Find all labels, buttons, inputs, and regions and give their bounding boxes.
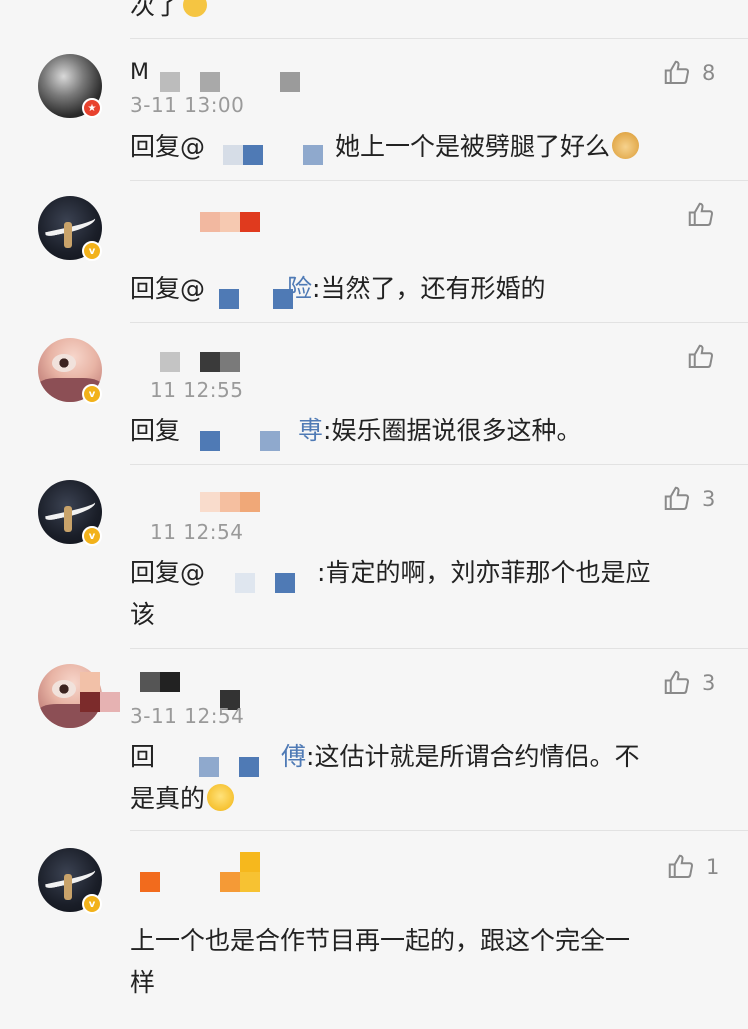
comment-time: 3-11 13:00: [130, 93, 245, 117]
mention-mosaic[interactable]: [205, 559, 317, 593]
comment-text: 上一个也是合作节目再一起的，跟这个完全一样: [130, 920, 710, 1004]
reply-text: 她上一个是被劈腿了好么: [335, 132, 611, 161]
divider: [130, 830, 748, 831]
verified-badge-icon: v: [82, 526, 102, 546]
like-button[interactable]: [686, 342, 716, 372]
comment-text: 回复@ 她上一个是被劈腿了好么: [130, 126, 710, 168]
comment-time: 11 12:55: [150, 378, 244, 402]
like-button[interactable]: 3: [662, 484, 715, 514]
reply-prefix: 回复@: [130, 558, 206, 587]
comment-time: 3-11 12:54: [130, 704, 245, 728]
grin-emoji-icon: [207, 784, 235, 811]
laugh-cry-emoji-icon: [183, 0, 208, 17]
like-count: 3: [702, 487, 716, 511]
reply-prefix: 回: [130, 742, 156, 771]
divider: [130, 38, 748, 39]
reply-text-line2: 该: [130, 600, 156, 629]
thumbs-up-icon: [688, 202, 714, 226]
mention-mosaic[interactable]: [155, 743, 281, 777]
previous-comment-text: 次了: [130, 0, 181, 20]
thumbs-up-icon: [664, 486, 690, 510]
mention-mosaic[interactable]: [205, 133, 335, 165]
mention-tail[interactable]: 傅: [281, 742, 306, 771]
like-button[interactable]: 8: [662, 58, 715, 88]
doge-emoji-icon: [612, 132, 640, 159]
username[interactable]: M: [130, 60, 149, 85]
like-button[interactable]: 1: [666, 852, 719, 882]
like-count: 8: [702, 61, 716, 85]
divider: [130, 180, 748, 181]
verified-badge-icon: v: [82, 894, 102, 914]
comment-text: 回复 尃:娱乐圈据说很多这种。: [130, 410, 710, 452]
comment-text-line1: 上一个也是合作节目再一起的，跟这个完全一: [130, 926, 631, 955]
thumbs-up-icon: [668, 854, 694, 878]
comment-text: 回复@ 险:当然了，还有形婚的: [130, 268, 710, 310]
divider: [130, 464, 748, 465]
comment-text-line2: 样: [130, 968, 156, 997]
comment-time: 11 12:54: [150, 520, 244, 544]
mention-tail[interactable]: 尃: [298, 416, 323, 445]
vip-badge-icon: ★: [82, 98, 102, 118]
reply-prefix: 回复@: [130, 274, 206, 303]
like-button[interactable]: 3: [662, 668, 715, 698]
like-button[interactable]: [686, 200, 716, 230]
verified-badge-icon: v: [82, 384, 102, 404]
thumbs-up-icon: [664, 60, 690, 84]
reply-prefix: 回复: [130, 416, 181, 445]
mention-mosaic[interactable]: [205, 275, 294, 309]
reply-text-line2: 是真的: [130, 784, 206, 813]
divider: [130, 322, 748, 323]
previous-comment-tail: 次了: [130, 0, 208, 22]
divider: [130, 648, 748, 649]
mention-mosaic[interactable]: [180, 417, 298, 451]
reply-prefix: 回复@: [130, 132, 206, 161]
reply-text: :当然了，还有形婚的: [312, 274, 546, 303]
verified-badge-icon: v: [82, 241, 102, 261]
reply-text-line1: :这估计就是所谓合约情侣。不: [306, 742, 640, 771]
thumbs-up-icon: [664, 670, 690, 694]
thumbs-up-icon: [688, 344, 714, 368]
reply-text: :娱乐圈据说很多这种。: [323, 416, 582, 445]
comment-text: 回复@ :肯定的啊，刘亦菲那个也是应该: [130, 552, 710, 636]
like-count: 1: [706, 855, 720, 879]
like-count: 3: [702, 671, 716, 695]
comment-text: 回 傅:这估计就是所谓合约情侣。不是真的: [130, 736, 710, 820]
reply-text-line1: :肯定的啊，刘亦菲那个也是应: [317, 558, 651, 587]
